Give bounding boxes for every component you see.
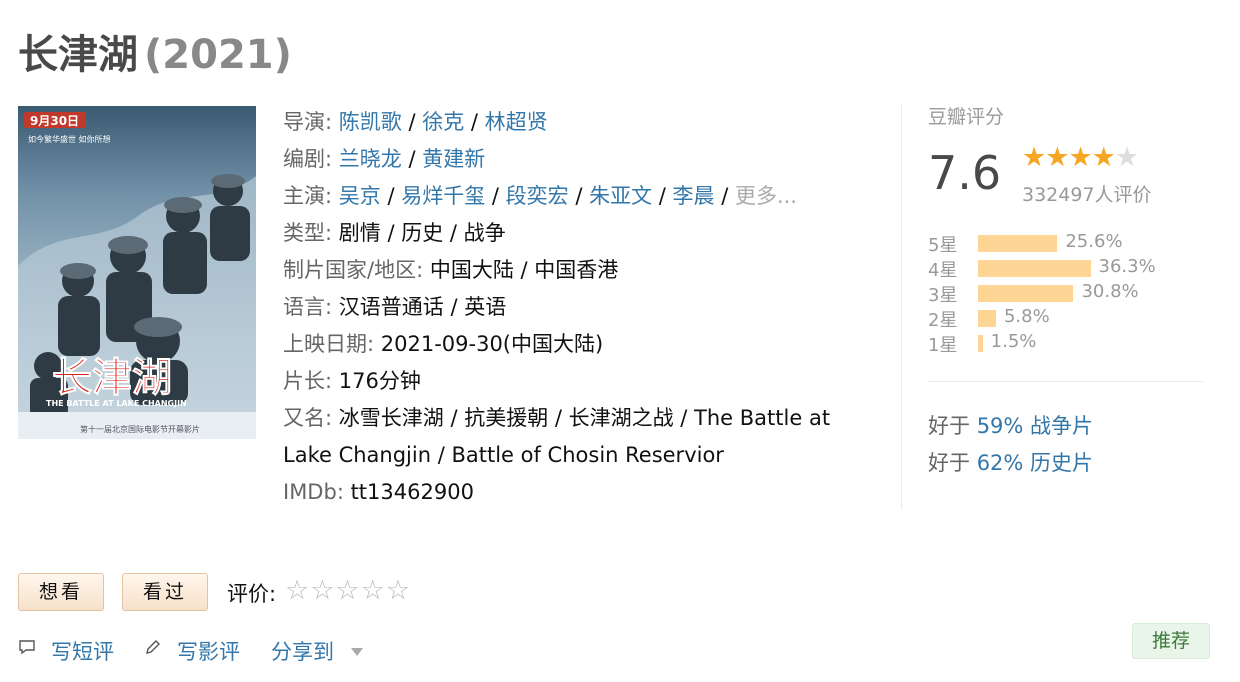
cast-label: 主演	[283, 184, 325, 208]
star-icon: ★	[1068, 142, 1092, 173]
genre-row: 类型: 剧情 / 历史 / 战争	[283, 215, 868, 252]
bar-percent: 30.8%	[1081, 281, 1139, 302]
write-short-review-link[interactable]: 写短评	[51, 636, 114, 666]
language-label: 语言:	[283, 295, 333, 319]
rating-bars: 5星 25.6% 4星 36.3% 3星 30.8% 2星 5.8% 1星 1.5%	[928, 230, 1208, 356]
director-link[interactable]: 陈凯歌	[339, 110, 402, 134]
cast-more-link[interactable]: 更多...	[735, 184, 797, 208]
imdb-value: tt13462900	[350, 480, 474, 504]
movie-poster[interactable]: 9月30日 如今繁华盛世 如你所想 长津湖 THE BATTLE AT LAKE…	[18, 106, 256, 439]
better-than-prefix: 好于	[928, 414, 970, 438]
better-than: 好于 59% 战争片 好于 62% 历史片	[928, 408, 1093, 482]
aka-row: 又名: 冰雪长津湖 / 抗美援朝 / 长津湖之战 / The Battle at…	[283, 400, 868, 474]
director-link[interactable]: 林超贤	[485, 110, 548, 134]
better-than-link[interactable]: 62% 历史片	[977, 451, 1093, 475]
better-than-link[interactable]: 59% 战争片	[977, 414, 1093, 438]
bar-label: 4星	[928, 260, 958, 281]
cast-link[interactable]: 朱亚文	[589, 184, 652, 208]
rating-stars: ★★★★★	[1022, 142, 1139, 173]
caret-down-icon[interactable]	[350, 642, 364, 663]
genre-value: 剧情 / 历史 / 战争	[338, 221, 506, 245]
write-review-link[interactable]: 写影评	[177, 636, 240, 666]
rating-bar-row: 5星 25.6%	[928, 230, 1208, 256]
bar-label: 2星	[928, 310, 958, 331]
poster-subtitle: THE BATTLE AT LAKE CHANGJIN	[46, 399, 187, 408]
aka-value: 冰雪长津湖 / 抗美援朝 / 长津湖之战 / The Battle at Lak…	[283, 406, 831, 467]
director-link[interactable]: 徐克	[422, 110, 464, 134]
bar-fill	[978, 335, 983, 352]
watched-button[interactable]: 看过	[122, 573, 208, 611]
movie-info: 导演: 陈凯歌 / 徐克 / 林超贤 编剧: 兰晓龙 / 黄建新 主演: 吴京 …	[283, 104, 868, 511]
cast-link[interactable]: 吴京	[339, 184, 381, 208]
rating-divider	[928, 381, 1203, 382]
comment-icon	[18, 638, 36, 661]
rating-count-link[interactable]: 332497人评价	[1022, 180, 1152, 207]
rate-label: 评价:	[227, 582, 277, 606]
poster-festival: 第十一届北京国际电影节开幕影片	[80, 424, 200, 434]
cast-row: 主演: 吴京 / 易烊千玺 / 段奕宏 / 朱亚文 / 李晨 / 更多...	[283, 184, 797, 208]
bar-percent: 36.3%	[1098, 256, 1156, 277]
bar-fill	[978, 310, 996, 327]
release-label: 上映日期:	[283, 332, 375, 356]
bar-label: 3星	[928, 285, 958, 306]
better-than-prefix: 好于	[928, 451, 970, 475]
want-to-watch-button[interactable]: 想看	[18, 573, 104, 611]
release-row: 上映日期: 2021-09-30(中国大陆)	[283, 326, 868, 363]
writer-label: 编剧	[283, 147, 325, 171]
poster-tagline: 如今繁华盛世 如你所想	[28, 134, 111, 144]
bar-percent: 25.6%	[1065, 231, 1123, 252]
bar-label: 5星	[928, 235, 958, 256]
country-row: 制片国家/地区: 中国大陆 / 中国香港	[283, 252, 868, 289]
director-row: 导演: 陈凯歌 / 徐克 / 林超贤	[283, 110, 548, 134]
country-label: 制片国家/地区:	[283, 258, 424, 282]
bar-fill	[978, 235, 1058, 252]
bar-fill	[978, 285, 1074, 302]
runtime-value: 176分钟	[338, 369, 421, 393]
writer-link[interactable]: 兰晓龙	[339, 147, 402, 171]
cast-link[interactable]: 易烊千玺	[401, 184, 485, 208]
bar-percent: 5.8%	[1003, 306, 1050, 327]
country-value: 中国大陆 / 中国香港	[429, 258, 619, 282]
poster-big-title: 长津湖	[52, 355, 172, 401]
language-row: 语言: 汉语普通话 / 英语	[283, 289, 868, 326]
aka-label: 又名:	[283, 406, 333, 430]
rating-bar-row: 3星 30.8%	[928, 280, 1208, 306]
rating-title: 豆瓣评分	[928, 106, 1005, 128]
star-icon: ★	[1045, 142, 1069, 173]
rating-bar-row: 1星 1.5%	[928, 330, 1208, 356]
bar-fill	[978, 260, 1091, 277]
movie-title-text: 长津湖	[18, 32, 138, 78]
movie-year: (2021)	[144, 32, 292, 78]
release-value: 2021-09-30(中国大陆)	[380, 332, 604, 356]
director-label: 导演	[283, 110, 325, 134]
recommend-button[interactable]: 推荐	[1132, 623, 1210, 659]
genre-label: 类型:	[283, 221, 333, 245]
section-divider	[901, 104, 902, 510]
cast-link[interactable]: 段奕宏	[506, 184, 569, 208]
rating-bar-row: 2星 5.8%	[928, 305, 1208, 331]
rating-panel: 豆瓣评分 7.6 ★★★★★ 332497人评价 5星 25.6% 4星 36.3%…	[928, 102, 1208, 475]
movie-title: 长津湖 (2021)	[18, 22, 292, 80]
writer-row: 编剧: 兰晓龙 / 黄建新	[283, 147, 486, 171]
rating-score: 7.6	[928, 146, 1002, 200]
runtime-row: 片长: 176分钟	[283, 363, 868, 400]
writer-link[interactable]: 黄建新	[422, 147, 485, 171]
star-empty-icon: ★	[1114, 142, 1139, 173]
runtime-label: 片长:	[283, 369, 333, 393]
poster-date: 9月30日	[30, 114, 79, 128]
imdb-label: IMDb:	[283, 480, 344, 504]
share-link[interactable]: 分享到	[271, 636, 334, 666]
rating-bar-row: 4星 36.3%	[928, 255, 1208, 281]
bar-percent: 1.5%	[990, 331, 1037, 352]
star-icon: ★	[1091, 142, 1116, 173]
better-than-row: 好于 62% 历史片	[928, 445, 1093, 482]
imdb-row: IMDb: tt13462900	[283, 474, 868, 511]
language-value: 汉语普通话 / 英语	[338, 295, 507, 319]
rate-stars-input[interactable]: ☆☆☆☆☆	[285, 575, 411, 606]
better-than-row: 好于 59% 战争片	[928, 408, 1093, 445]
cast-link[interactable]: 李晨	[673, 184, 715, 208]
star-icon: ★	[1022, 142, 1046, 173]
bar-label: 1星	[928, 335, 958, 356]
pen-icon	[144, 638, 162, 661]
